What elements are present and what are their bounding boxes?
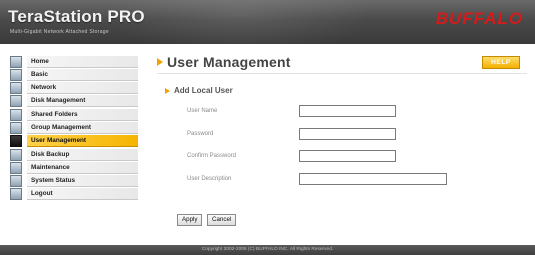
user-name-label: User Name [187, 108, 218, 114]
sidebar-nav: Home Basic Network Disk Management Share… [10, 55, 138, 201]
user-name-input[interactable] [299, 105, 396, 117]
user-description-row: User Description [187, 172, 447, 186]
page-title: User Management [157, 54, 291, 70]
user-name-row: User Name [187, 104, 396, 118]
sidebar-item-label: Disk Management [27, 95, 138, 108]
sidebar-item-label: Home [27, 55, 138, 68]
sidebar-item-logout[interactable]: Logout [10, 188, 138, 201]
sidebar-item-label: User Management [27, 135, 138, 148]
divider [157, 73, 527, 74]
backup-icon [10, 148, 22, 161]
network-icon [10, 82, 22, 95]
home-icon [10, 55, 22, 68]
product-title: TeraStation PRO [8, 7, 145, 26]
sidebar-item-label: Network [27, 82, 138, 95]
sidebar-item-disk-management[interactable]: Disk Management [10, 95, 138, 108]
footer-copyright: Copyright 2002-2006 (C) BUFFALO INC. All… [0, 245, 535, 255]
maintenance-icon [10, 161, 22, 174]
shared-folders-icon [10, 108, 22, 121]
sidebar-item-user-management[interactable]: User Management [10, 135, 138, 148]
help-button[interactable]: HELP [482, 56, 520, 69]
disk-management-icon [10, 95, 22, 108]
confirm-password-row: Confirm Password [187, 149, 396, 163]
basic-settings-icon [10, 68, 22, 81]
logout-icon [10, 188, 22, 201]
user-description-input[interactable] [299, 173, 447, 185]
section-title-text: Add Local User [174, 86, 233, 95]
header-decoration [110, 0, 370, 44]
confirm-password-input[interactable] [299, 150, 396, 162]
section-title: Add Local User [165, 86, 233, 95]
status-icon [10, 175, 22, 188]
sidebar-item-basic[interactable]: Basic [10, 68, 138, 81]
arrow-icon [157, 58, 163, 66]
sidebar-item-maintenance[interactable]: Maintenance [10, 161, 138, 174]
product-subtitle: Multi-Gigabit Network Attached Storage [10, 29, 109, 35]
sidebar-item-group-management[interactable]: Group Management [10, 121, 138, 134]
group-icon [10, 121, 22, 134]
sidebar-item-label: Shared Folders [27, 108, 138, 121]
sidebar-item-label: Group Management [27, 121, 138, 134]
sidebar-item-label: Disk Backup [27, 148, 138, 161]
cancel-button[interactable]: Cancel [207, 214, 237, 226]
user-icon [10, 135, 22, 148]
buffalo-logo: BUFFALO [435, 9, 523, 28]
sidebar-item-label: Basic [27, 68, 138, 81]
sidebar-item-home[interactable]: Home [10, 55, 138, 68]
sidebar-item-label: Maintenance [27, 161, 138, 174]
sidebar-item-network[interactable]: Network [10, 82, 138, 95]
sidebar-item-label: Logout [27, 188, 138, 201]
page-title-text: User Management [167, 54, 291, 70]
user-description-label: User Description [187, 176, 232, 182]
password-input[interactable] [299, 128, 396, 140]
sidebar-item-shared-folders[interactable]: Shared Folders [10, 108, 138, 121]
arrow-icon [165, 87, 170, 94]
sidebar-item-system-status[interactable]: System Status [10, 175, 138, 188]
password-row: Password [187, 127, 396, 141]
sidebar-item-disk-backup[interactable]: Disk Backup [10, 148, 138, 161]
app-header: TeraStation PRO Multi-Gigabit Network At… [0, 0, 535, 44]
password-label: Password [187, 131, 214, 137]
confirm-password-label: Confirm Password [187, 153, 237, 159]
sidebar-item-label: System Status [27, 175, 138, 188]
apply-button[interactable]: Apply [177, 214, 203, 226]
